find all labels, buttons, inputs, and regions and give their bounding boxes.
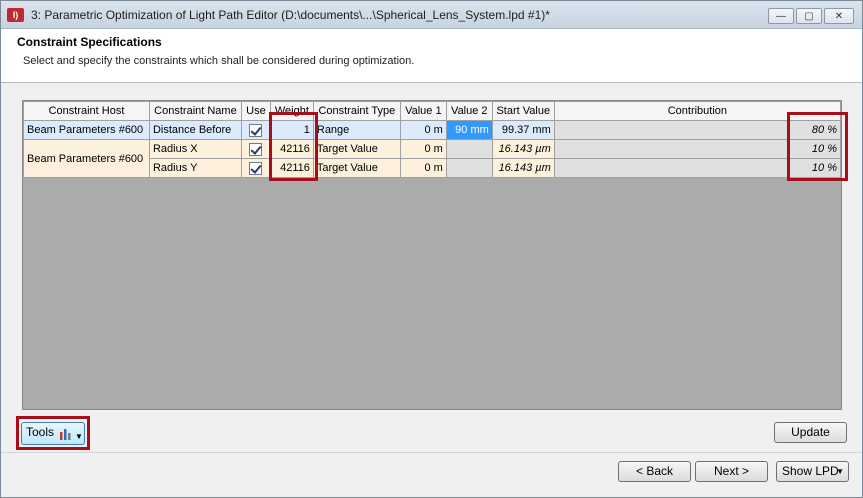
cell-value2 [445,158,493,178]
cell-name[interactable]: Radius X [148,139,242,159]
maximize-button[interactable]: ▢ [796,8,822,24]
cell-name[interactable]: Distance Before [148,120,242,140]
cell-value1[interactable]: 0 m [399,120,447,140]
cell-use[interactable] [240,158,271,178]
col-header-name[interactable]: Constraint Name [148,101,242,121]
back-button[interactable]: < Back [618,461,691,482]
cell-weight[interactable]: 42116 [269,139,314,159]
page-title: Constraint Specifications [17,35,162,49]
cell-weight[interactable]: 42116 [269,158,314,178]
tools-button[interactable]: Tools ▼ [21,422,85,445]
chevron-down-icon: ▼ [75,432,83,441]
tools-icon [60,429,71,440]
col-header-weight[interactable]: Weight [269,101,314,121]
cell-contribution: 10 % [553,139,842,159]
cell-start: 99.37 mm [491,120,555,140]
next-button[interactable]: Next > [695,461,768,482]
footer-divider [1,452,862,453]
table-row[interactable]: Beam Parameters #600 Radius X 42116 Targ… [23,139,842,178]
col-header-value1[interactable]: Value 1 [399,101,447,121]
use-checkbox[interactable] [249,161,263,175]
col-header-start[interactable]: Start Value [491,101,555,121]
cell-host: Beam Parameters #600 [23,120,150,140]
cell-use[interactable] [240,120,271,140]
cell-value1[interactable]: 0 m [399,158,447,178]
show-lpd-label: Show LPD [782,464,839,478]
update-button[interactable]: Update [774,422,847,443]
title-bar[interactable]: I) 3: Parametric Optimization of Light P… [1,1,862,29]
chevron-down-icon: ▼ [836,467,844,476]
cell-type[interactable]: Target Value [312,139,401,159]
cell-weight[interactable]: 1 [269,120,314,140]
app-icon: I) [7,8,24,22]
cell-host: Beam Parameters #600 [23,139,150,178]
cell-use[interactable] [240,139,271,159]
col-header-host[interactable]: Constraint Host [23,101,150,121]
use-checkbox[interactable] [249,123,263,137]
cell-value1[interactable]: 0 m [399,139,447,159]
page-header: Constraint Specifications Select and spe… [1,29,862,83]
page-subtitle: Select and specify the constraints which… [23,55,415,67]
minimize-button[interactable]: — [768,8,794,24]
use-checkbox[interactable] [249,142,263,156]
show-lpd-button[interactable]: Show LPD ▼ [776,461,849,482]
constraint-table: Constraint Host Constraint Name Use Weig… [23,101,842,178]
cell-start: 16.143 µm [491,139,555,159]
constraint-grid[interactable]: Constraint Host Constraint Name Use Weig… [22,100,842,410]
optimization-window: I) 3: Parametric Optimization of Light P… [0,0,863,498]
close-button[interactable]: ✕ [824,8,854,24]
cell-type[interactable]: Range [312,120,401,140]
col-header-value2[interactable]: Value 2 [445,101,493,121]
cell-value2 [445,139,493,159]
cell-type[interactable]: Target Value [312,158,401,178]
cell-name[interactable]: Radius Y [148,158,242,178]
col-header-type[interactable]: Constraint Type [312,101,401,121]
cell-contribution: 80 % [553,120,842,140]
cell-value2[interactable]: 90 mm [445,120,493,140]
tools-label: Tools [26,425,55,439]
col-header-contribution[interactable]: Contribution [553,101,842,121]
table-row[interactable]: Beam Parameters #600 Distance Before 1 R… [23,120,842,140]
window-title: 3: Parametric Optimization of Light Path… [31,8,550,22]
cell-contribution: 10 % [553,158,842,178]
col-header-use[interactable]: Use [240,101,271,121]
cell-start: 16.143 µm [491,158,555,178]
